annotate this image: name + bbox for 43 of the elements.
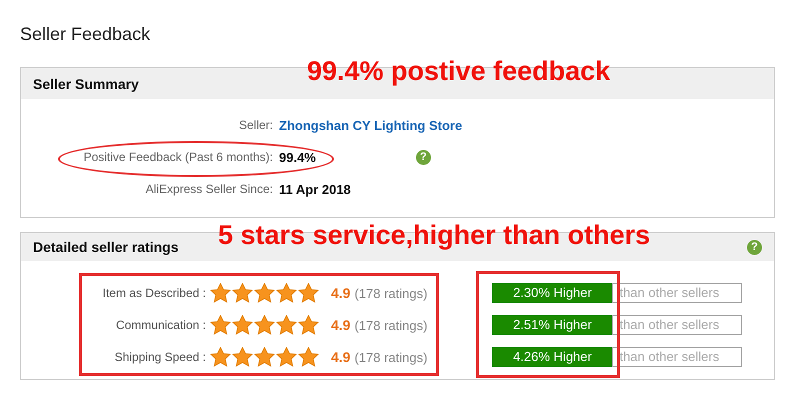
rating-label: Communication : <box>114 318 207 332</box>
help-icon[interactable]: ? <box>416 150 431 164</box>
rating-count: (178 ratings) <box>354 318 428 332</box>
panel-title: Detailed seller ratings <box>33 239 179 255</box>
star-icon <box>232 347 253 367</box>
field-label: AliExpress Seller Since: <box>144 182 274 196</box>
star-icon <box>276 315 297 335</box>
rating-score: 4.9 <box>331 349 350 365</box>
rating-label: Shipping Speed : <box>114 350 207 364</box>
star-icon <box>232 283 253 303</box>
star-icon <box>254 315 275 335</box>
star-icon <box>210 347 231 367</box>
star-icon <box>210 315 231 335</box>
star-icon <box>276 283 297 303</box>
annotation-text: 5 stars service,higher than others <box>218 220 650 251</box>
star-icon <box>254 283 275 303</box>
field-label: Positive Feedback (Past 6 months): <box>82 150 274 164</box>
rating-score: 4.9 <box>331 317 350 333</box>
field-label: Seller: <box>238 118 274 132</box>
rating-count: (178 ratings) <box>354 286 428 300</box>
comparison-note: than other sellers <box>612 347 742 367</box>
rating-score: 4.9 <box>331 285 350 301</box>
star-icon <box>298 315 319 335</box>
rating-count: (178 ratings) <box>354 350 428 364</box>
seller-link[interactable]: Zhongshan CY Lighting Store <box>279 118 462 132</box>
comparison-note: than other sellers <box>612 283 742 303</box>
star-icon <box>298 347 319 367</box>
star-icon <box>276 347 297 367</box>
rating-label: Item as Described : <box>102 286 207 300</box>
page-title: Seller Feedback <box>20 24 152 46</box>
star-icon <box>254 347 275 367</box>
comparison-badge: 2.51% Higher <box>492 315 612 335</box>
help-icon[interactable]: ? <box>747 240 762 254</box>
annotation-text: 99.4% postive feedback <box>307 56 610 87</box>
star-icon <box>232 315 253 335</box>
field-value: 11 Apr 2018 <box>279 182 351 196</box>
comparison-badge: 4.26% Higher <box>492 347 612 367</box>
star-icon <box>298 283 319 303</box>
comparison-note: than other sellers <box>612 315 742 335</box>
panel-title: Seller Summary <box>33 76 139 92</box>
field-value: 99.4% <box>279 150 316 164</box>
comparison-badge: 2.30% Higher <box>492 283 612 303</box>
star-icon <box>210 283 231 303</box>
